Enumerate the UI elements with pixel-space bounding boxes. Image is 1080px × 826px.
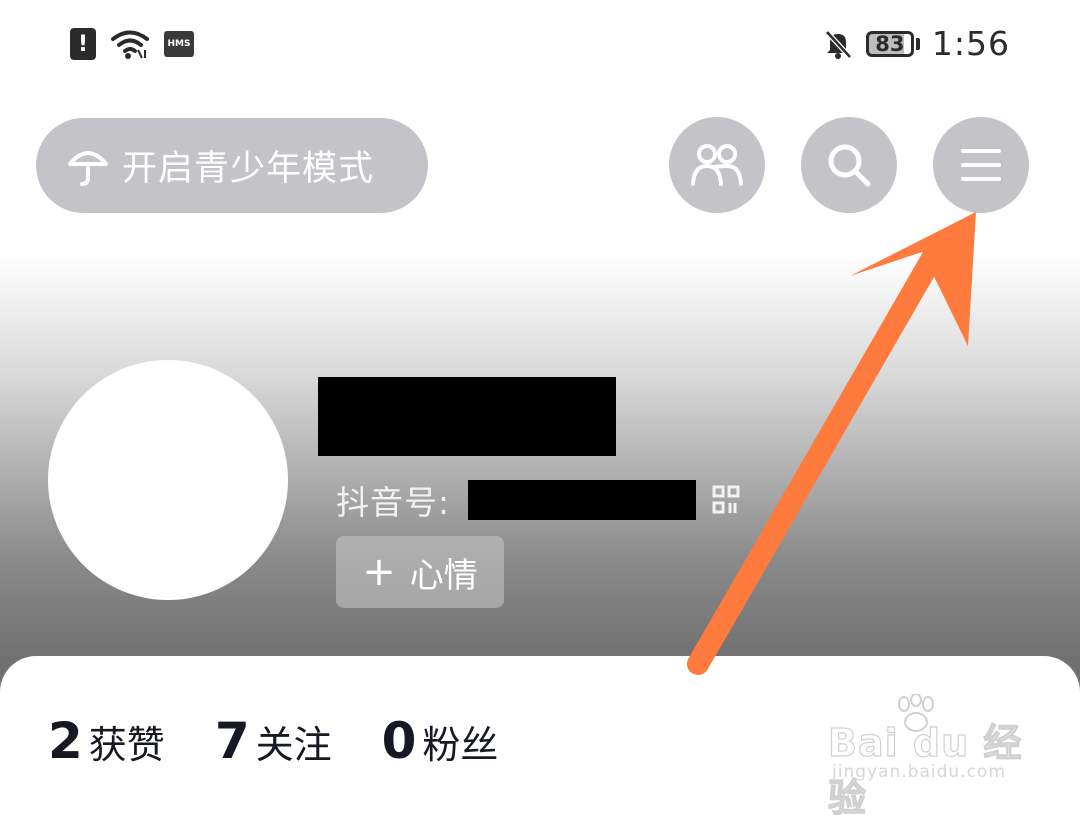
stat-number: 0: [381, 712, 417, 770]
friends-button[interactable]: [669, 117, 765, 213]
battery-indicator: 83: [865, 30, 920, 57]
friends-icon: [691, 144, 743, 186]
stat-label: 获赞: [88, 723, 165, 767]
qr-code-icon[interactable]: [712, 485, 740, 515]
stat-label: 粉丝: [422, 723, 499, 767]
douyin-id-redacted: [468, 480, 697, 520]
wifi-icon: [111, 30, 149, 59]
plus-icon: +: [362, 549, 396, 595]
mood-label: 心情: [409, 555, 478, 596]
teen-mode-label: 开启青少年模式: [122, 149, 375, 189]
status-time: 1:56: [931, 24, 1010, 63]
stat-following[interactable]: 7 关注: [215, 712, 332, 770]
stat-likes[interactable]: 2 获赞: [48, 712, 165, 770]
status-right: 83 1:56: [822, 24, 1010, 63]
alert-icon: !: [70, 28, 96, 60]
stat-label: 关注: [255, 723, 332, 767]
avatar[interactable]: [48, 360, 288, 600]
hms-badge: HMS: [164, 31, 194, 57]
baidu-jingyan-watermark: Bai du 经验 jingyan.baidu.com: [827, 688, 1028, 821]
search-button[interactable]: [801, 117, 897, 213]
search-icon: [828, 144, 871, 187]
stat-number: 7: [214, 712, 250, 770]
battery-level: 83: [865, 30, 914, 57]
stats-row: 2 获赞 7 关注 0 粉丝: [48, 712, 548, 770]
status-bar: ! HMS 83 1:56: [0, 0, 1080, 95]
umbrella-icon: [68, 150, 108, 186]
douyin-id-row: 抖音号:: [336, 476, 740, 524]
status-left: ! HMS: [70, 28, 194, 60]
bell-off-icon: [825, 29, 852, 59]
menu-icon: [961, 149, 1001, 181]
watermark-url: jingyan.baidu.com: [832, 762, 1006, 782]
mood-button[interactable]: + 心情: [336, 536, 504, 608]
stat-followers[interactable]: 0 粉丝: [382, 712, 499, 770]
username-redacted: [318, 377, 616, 456]
menu-button[interactable]: [933, 117, 1029, 213]
stat-number: 2: [48, 712, 83, 770]
teen-mode-button[interactable]: 开启青少年模式: [36, 118, 428, 213]
douyin-id-label: 抖音号:: [336, 483, 451, 522]
